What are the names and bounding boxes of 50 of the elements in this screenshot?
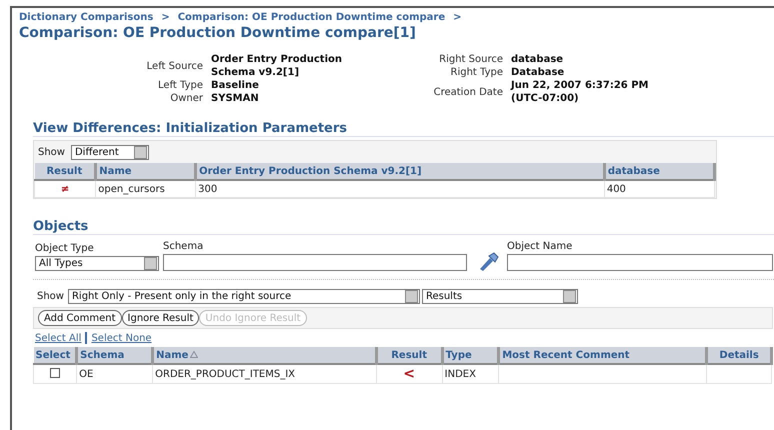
column-header[interactable]: Most Recent Comment [498,347,707,364]
show-dropdown[interactable]: Right Only - Present only in the right source [68,288,420,304]
column-header[interactable]: Name [152,347,376,364]
select-link[interactable]: Select All [35,332,82,344]
column-header: database [604,163,714,180]
field-label: Object Type [35,243,95,254]
field-label: Schema [163,241,204,252]
table-cell: INDEX [442,364,499,384]
column-header: Result [34,163,96,180]
not-equal-icon: ≠ [34,180,96,198]
table-cell: 400 [604,180,714,198]
field-label: Object Name [507,241,574,252]
column-header[interactable]: Schema [76,347,153,364]
action-button[interactable]: Ignore Result [122,310,200,326]
table-cell: ORDER_PRODUCT_ITEMS_IX [152,364,376,384]
column-header: Order Entry Production Schema v9.2[1] [196,163,604,180]
table-cell: open_cursors [96,180,196,198]
show-label: Show [38,146,65,158]
column-header[interactable]: Details [706,347,772,364]
table-cell: 300 [196,180,604,198]
column-header[interactable]: Type [442,347,499,364]
table-cell: OE [76,364,153,384]
field-value: SYSMAN [211,92,260,105]
field-value: Baseline [211,79,260,92]
section-heading: Objects [33,219,774,235]
breadcrumb-separator: > [161,12,170,25]
field-label: Owner [169,93,203,104]
column-header[interactable]: Select [34,347,77,364]
field-label: Left Type [157,80,203,91]
show-label: Show [37,290,64,302]
page-title: Comparison: OE Production Downtime compare[1] [19,25,417,41]
field-value: Order Entry Production Schema v9.2[1] [211,53,343,79]
object-type-dropdown[interactable]: All Types [35,256,159,271]
results-dropdown[interactable]: Results [422,288,578,304]
column-header[interactable]: Result [376,347,442,364]
section-heading: View Differences: Initialization Parameters [33,121,774,137]
field-label: Left Source [146,60,203,72]
field-label: Right Source [438,54,503,65]
column-header: Name [96,163,196,180]
show-dropdown[interactable]: Different [70,144,149,160]
field-value: database [511,53,564,66]
select-link[interactable]: Select None [91,332,152,344]
action-button[interactable]: Add Comment [38,310,122,326]
field-label: Right Type [450,67,503,78]
field-value: Database [511,66,566,79]
field-label: Creation Date [432,86,503,98]
breadcrumb-link[interactable]: Dictionary Comparisons [19,12,154,25]
field-value: Jun 22, 2007 6:37:26 PM (UTC-07:00) [511,79,650,105]
breadcrumb-separator: > [453,12,462,25]
breadcrumb-link[interactable]: Comparison: OE Production Downtime compare [178,12,446,25]
